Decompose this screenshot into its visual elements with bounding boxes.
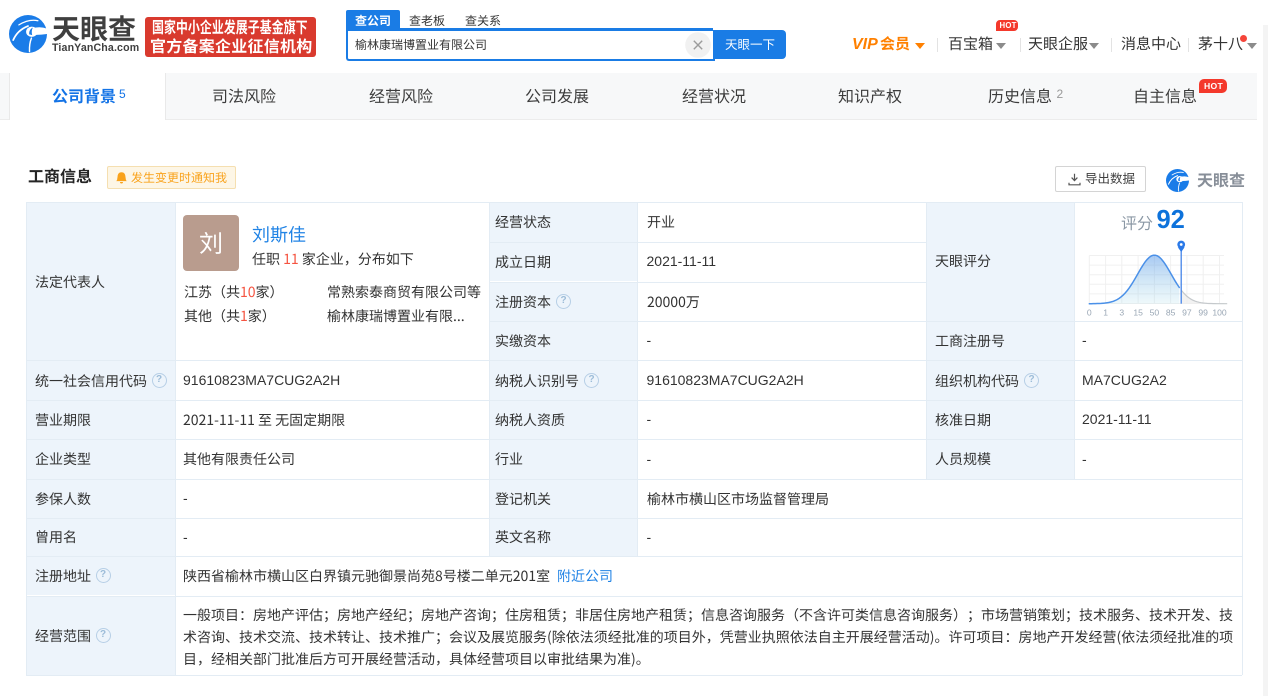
- svg-text:15: 15: [1133, 308, 1143, 318]
- svg-text:1: 1: [1103, 308, 1108, 318]
- svg-text:97: 97: [1182, 308, 1192, 318]
- svg-text:85: 85: [1166, 308, 1176, 318]
- svg-text:100: 100: [1212, 308, 1227, 318]
- svg-text:0: 0: [1087, 308, 1092, 318]
- svg-text:50: 50: [1150, 308, 1160, 318]
- svg-text:99: 99: [1198, 308, 1208, 318]
- svg-text:3: 3: [1119, 308, 1124, 318]
